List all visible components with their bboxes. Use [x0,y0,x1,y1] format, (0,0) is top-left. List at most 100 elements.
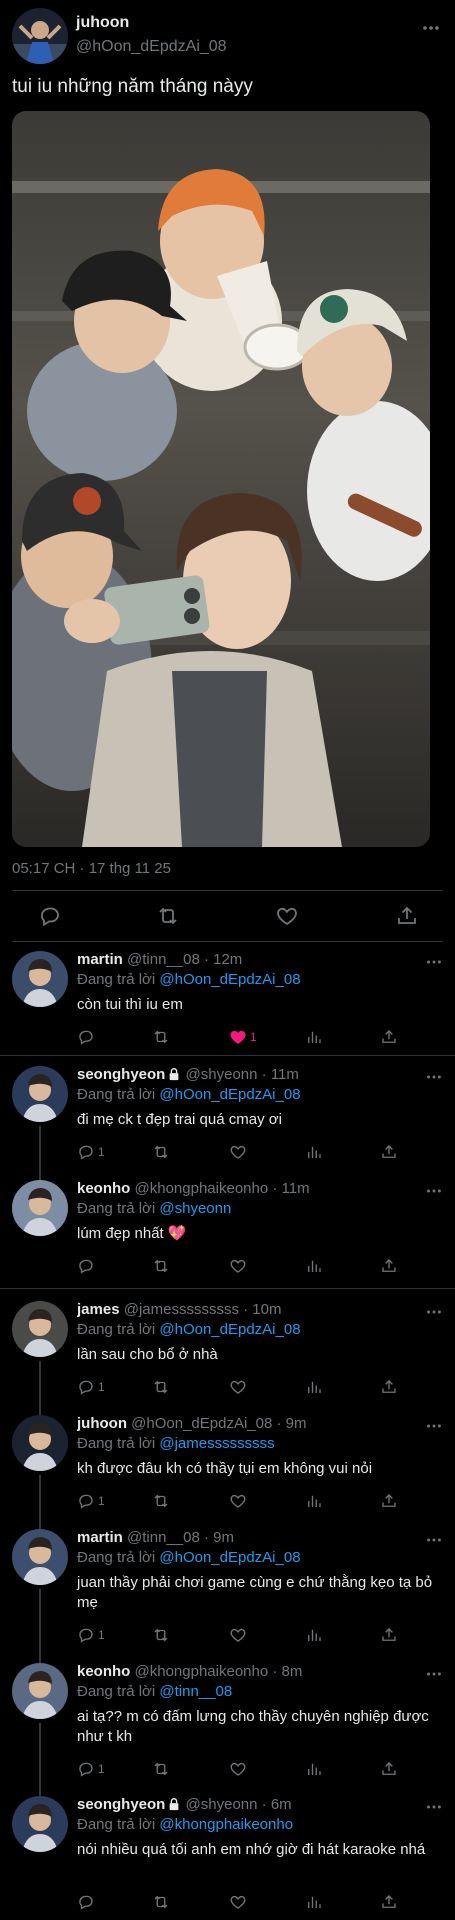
reply-avatar[interactable] [12,1796,68,1852]
more-options-icon[interactable] [425,1531,443,1549]
reply-icon[interactable]: 1 [77,1492,105,1510]
reply-icon[interactable]: 1 [77,1760,105,1778]
reply-author-name[interactable]: keonho [77,1180,130,1197]
replying-to-handle[interactable]: @hOon_dEpdzAi_08 [159,1549,300,1566]
reply-avatar[interactable] [12,1301,68,1357]
reply-icon[interactable] [77,1257,98,1275]
thread-line [39,1361,41,1421]
like-icon[interactable] [229,1257,250,1275]
share-icon[interactable] [380,1378,398,1396]
more-options-icon[interactable] [425,1182,443,1200]
reply-icon[interactable] [38,904,62,928]
stats-icon[interactable] [305,1028,323,1046]
reply-author-handle[interactable]: @hOon_dEpdzAi_08 [131,1415,272,1432]
share-icon[interactable] [380,1028,398,1046]
reply-author-handle[interactable]: @tinn__08 [127,1529,200,1546]
repost-icon[interactable] [152,1760,170,1778]
more-options-icon[interactable] [425,1068,443,1086]
stats-icon[interactable] [305,1893,323,1911]
more-options-icon[interactable] [425,1417,443,1435]
thread-line [39,1723,41,1803]
reply-actions: 1 [77,1492,407,1512]
replying-to-handle[interactable]: @tinn__08 [159,1683,232,1700]
like-icon[interactable] [229,1378,250,1396]
thread-line [39,1126,41,1186]
author-handle[interactable]: @hOon_dEpdzAi_08 [76,38,227,56]
author-avatar[interactable] [12,8,68,64]
reply-author-name[interactable]: seonghyeon [77,1796,165,1813]
stats-icon[interactable] [305,1143,323,1161]
stats-icon[interactable] [305,1492,323,1510]
replying-to-handle[interactable]: @hOon_dEpdzAi_08 [159,1321,300,1338]
reply-avatar[interactable] [12,1529,68,1585]
more-options-icon[interactable] [425,1665,443,1683]
stats-icon[interactable] [305,1378,323,1396]
reply-avatar[interactable] [12,1663,68,1719]
replying-to-handle[interactable]: @shyeonn [159,1200,231,1217]
reply-author-handle[interactable]: @tinn__08 [127,951,200,968]
reply-icon[interactable] [77,1893,98,1911]
reply-text: đi mẹ ck t đẹp trai quá cmay ơi [77,1111,282,1128]
like-icon[interactable] [275,904,299,928]
replying-to-handle[interactable]: @jamesssssssss [159,1435,274,1452]
like-icon[interactable] [229,1492,250,1510]
reply-actions: 1 [77,1760,407,1780]
repost-icon[interactable] [152,1492,170,1510]
post-photo[interactable] [12,111,430,847]
repost-icon[interactable] [152,1028,170,1046]
share-icon[interactable] [380,1893,398,1911]
share-icon[interactable] [380,1492,398,1510]
lock-icon [169,1798,179,1811]
replying-to-handle[interactable]: @hOon_dEpdzAi_08 [159,1086,300,1103]
reply-avatar[interactable] [12,1180,68,1236]
repost-icon[interactable] [152,1257,170,1275]
like-icon[interactable] [229,1143,250,1161]
reply-author-handle[interactable]: @khongphaikeonho [135,1180,269,1197]
reply-actions [77,1257,407,1277]
like-icon[interactable] [229,1626,250,1644]
reply-author-handle[interactable]: @shyeonn [186,1796,258,1813]
share-icon[interactable] [395,904,419,928]
like-icon[interactable] [229,1760,250,1778]
more-options-icon[interactable] [425,1303,443,1321]
repost-icon[interactable] [156,904,180,928]
reply-author-handle[interactable]: @jamesssssssss [124,1301,239,1318]
share-icon[interactable] [380,1143,398,1161]
reply-icon[interactable]: 1 [77,1378,105,1396]
share-icon[interactable] [380,1257,398,1275]
reply-author-name[interactable]: james [77,1301,120,1318]
reply-author-name[interactable]: martin [77,1529,123,1546]
like-icon[interactable]: 1 [229,1028,257,1046]
like-icon[interactable] [229,1893,250,1911]
reply-author-handle[interactable]: @shyeonn [186,1066,258,1083]
stats-icon[interactable] [305,1257,323,1275]
more-options-icon[interactable] [425,953,443,971]
reply-avatar[interactable] [12,1415,68,1471]
replying-to-handle[interactable]: @khongphaikeonho [159,1816,293,1833]
reply-avatar[interactable] [12,951,68,1007]
replying-to-handle[interactable]: @hOon_dEpdzAi_08 [159,971,300,988]
repost-icon[interactable] [152,1626,170,1644]
reply-author-handle[interactable]: @khongphaikeonho [135,1663,269,1680]
more-options-icon[interactable] [425,1798,443,1816]
share-icon[interactable] [380,1626,398,1644]
reply-icon[interactable]: 1 [77,1626,105,1644]
reply-count: 1 [98,1494,105,1508]
share-icon[interactable] [380,1760,398,1778]
reply-author-name[interactable]: keonho [77,1663,130,1680]
repost-icon[interactable] [152,1143,170,1161]
reply-author-name[interactable]: martin [77,951,123,968]
more-options-icon[interactable] [421,18,441,38]
reply-icon[interactable]: 1 [77,1143,105,1161]
reply-text: lúm đẹp nhất 💖 [77,1225,187,1242]
repost-icon[interactable] [152,1893,170,1911]
stats-icon[interactable] [305,1760,323,1778]
repost-icon[interactable] [152,1378,170,1396]
thread-line [39,1475,41,1535]
stats-icon[interactable] [305,1626,323,1644]
author-name[interactable]: juhoon [76,14,129,32]
reply-icon[interactable] [77,1028,98,1046]
reply-author-name[interactable]: juhoon [77,1415,127,1432]
reply-avatar[interactable] [12,1066,68,1122]
reply-author-name[interactable]: seonghyeon [77,1066,165,1083]
